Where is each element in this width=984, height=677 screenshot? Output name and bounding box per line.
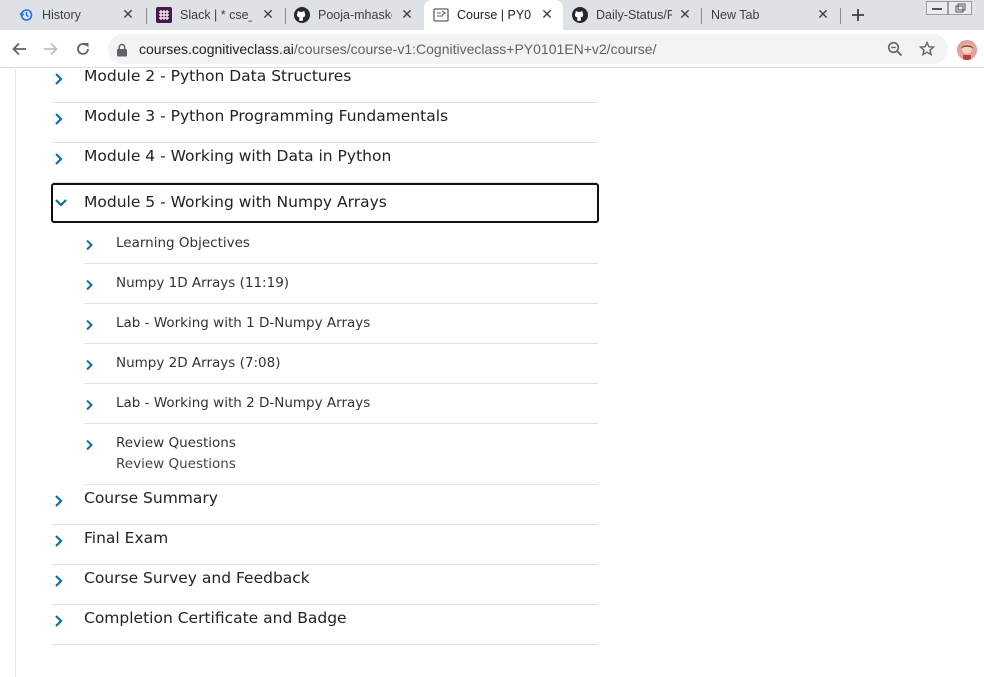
github-icon: [294, 7, 310, 23]
chevron-right-icon: [52, 151, 66, 165]
tab-title: Course | PY01: [457, 8, 531, 22]
module-title: Module 5 - Working with Numpy Arrays: [84, 193, 387, 211]
sidebar-divider: [15, 69, 16, 677]
subsection-subtitle: Review Questions: [116, 456, 236, 472]
url-domain: courses.cognitiveclass.ai: [139, 41, 294, 57]
tab-title: New Tab: [711, 8, 760, 22]
module-row-final-exam[interactable]: Final Exam: [52, 525, 598, 565]
tab-course-active[interactable]: Course | PY01 ✕: [424, 0, 563, 30]
minimize-window-icon[interactable]: [926, 0, 948, 15]
module-title: Course Summary: [84, 489, 218, 507]
url-text[interactable]: courses.cognitiveclass.ai/courses/course…: [139, 41, 657, 57]
subsection-title: Numpy 2D Arrays (7:08): [116, 355, 281, 371]
tab-title: Pooja-mhaske: [318, 8, 392, 22]
tab-github-status[interactable]: Daily-Status/F ✕: [564, 0, 701, 30]
close-icon[interactable]: ✕: [677, 7, 693, 23]
module-title: Completion Certificate and Badge: [84, 609, 347, 627]
chevron-right-icon: [52, 71, 66, 85]
new-tab-plus-icon[interactable]: [848, 5, 868, 25]
subsection-title: Lab - Working with 1 D-Numpy Arrays: [116, 315, 371, 331]
chevron-right-icon: [84, 396, 96, 411]
tab-title: Daily-Status/F: [596, 8, 672, 22]
tab-title: History: [42, 8, 81, 22]
module-title: Final Exam: [84, 529, 169, 547]
history-icon: [18, 7, 34, 23]
reload-icon[interactable]: [73, 39, 93, 59]
chevron-right-icon: [84, 356, 96, 371]
module-row-course-summary[interactable]: Course Summary: [52, 485, 598, 525]
close-icon[interactable]: ✕: [399, 7, 415, 23]
chevron-right-icon: [52, 533, 66, 547]
subsection-row[interactable]: Numpy 2D Arrays (7:08): [84, 344, 598, 384]
chevron-right-icon: [52, 111, 66, 125]
forward-arrow-icon[interactable]: [41, 39, 61, 59]
module-title: Module 4 - Working with Data in Python: [84, 147, 392, 165]
lock-icon[interactable]: [116, 42, 130, 57]
subsection-row[interactable]: Lab - Working with 1 D-Numpy Arrays: [84, 304, 598, 344]
subsection-title: Lab - Working with 2 D-Numpy Arrays: [116, 395, 371, 411]
tab-slack[interactable]: Slack | * cse_th ✕: [147, 0, 284, 30]
module-title: Course Survey and Feedback: [84, 569, 310, 587]
subsection-row[interactable]: Lab - Working with 2 D-Numpy Arrays: [84, 384, 598, 424]
course-outline: Module 2 - Python Data Structures Module…: [0, 67, 984, 677]
slack-icon: [156, 7, 172, 23]
chevron-right-icon: [84, 236, 96, 251]
module-title: Module 2 - Python Data Structures: [84, 67, 352, 85]
chevron-right-icon: [84, 316, 96, 331]
close-icon[interactable]: ✕: [815, 7, 831, 23]
back-arrow-icon[interactable]: [9, 39, 29, 59]
close-icon[interactable]: ✕: [120, 7, 136, 23]
chevron-right-icon: [52, 613, 66, 627]
subsection-row[interactable]: Review Questions Review Questions: [84, 424, 598, 485]
subsection-title: Learning Objectives: [116, 235, 250, 251]
tab-title: Slack | * cse_th: [180, 8, 252, 22]
tab-separator: [840, 8, 841, 24]
profile-avatar[interactable]: [957, 40, 977, 60]
chevron-right-icon: [84, 436, 96, 451]
close-icon[interactable]: ✕: [539, 7, 555, 23]
chevron-right-icon: [52, 573, 66, 587]
zoom-magnifier-icon[interactable]: [887, 41, 903, 57]
chevron-right-icon: [84, 276, 96, 291]
module-row-survey[interactable]: Course Survey and Feedback: [52, 565, 598, 605]
tab-history[interactable]: History ✕: [8, 0, 144, 30]
subsection-title: Review Questions: [116, 435, 236, 451]
close-icon[interactable]: ✕: [260, 7, 276, 23]
module-row-2[interactable]: Module 2 - Python Data Structures: [52, 63, 598, 103]
module-row-4[interactable]: Module 4 - Working with Data in Python: [52, 143, 598, 183]
module-row-3[interactable]: Module 3 - Python Programming Fundamenta…: [52, 103, 598, 143]
chevron-right-icon: [52, 493, 66, 507]
bookmark-star-icon[interactable]: [918, 40, 936, 57]
tab-new-tab[interactable]: New Tab ✕: [702, 0, 839, 30]
tab-github-profile[interactable]: Pooja-mhaske ✕: [286, 0, 423, 30]
subsection-title: Numpy 1D Arrays (11:19): [116, 275, 290, 291]
chevron-down-icon: [54, 195, 68, 209]
module-title: Module 3 - Python Programming Fundamenta…: [84, 107, 449, 125]
module-row-certificate[interactable]: Completion Certificate and Badge: [52, 605, 598, 645]
cognitiveclass-icon: [433, 7, 449, 23]
subsection-row[interactable]: Numpy 1D Arrays (11:19): [84, 264, 598, 304]
restore-window-icon[interactable]: [948, 0, 972, 15]
url-path: /courses/course-v1:Cognitiveclass+PY0101…: [293, 41, 657, 57]
module-row-5-expanded[interactable]: Module 5 - Working with Numpy Arrays: [51, 183, 599, 223]
subsection-row[interactable]: Learning Objectives: [84, 224, 598, 264]
github-icon: [572, 7, 588, 23]
address-bar[interactable]: courses.cognitiveclass.ai/courses/course…: [108, 34, 948, 64]
tab-strip: History ✕ Slack | * cse_th ✕ Pooja-mhask…: [0, 0, 984, 30]
